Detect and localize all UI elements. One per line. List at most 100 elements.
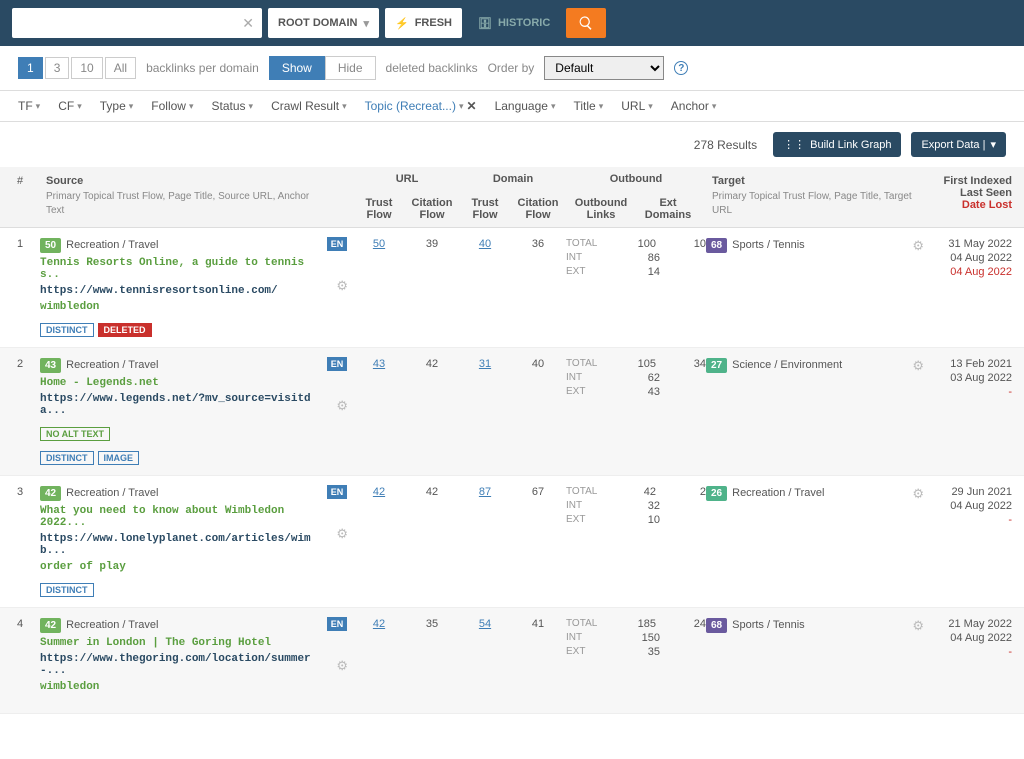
target-tf-badge: 68 [706,238,727,253]
col-url-cf: Citation Flow [404,191,460,227]
target-cell: 27Science / Environment ⚙ [706,358,924,465]
source-url[interactable]: https://www.thegoring.com/location/summe… [40,653,320,677]
filter-url[interactable]: URL ▾ [621,99,653,113]
filter-tf[interactable]: TF ▾ [18,99,40,113]
first-indexed: 21 May 2022 [924,618,1012,630]
source-topic: Recreation / Travel [66,359,158,371]
first-indexed: 29 Jun 2021 [924,486,1012,498]
col-domain: Domain [460,167,566,191]
source-title[interactable]: Tennis Resorts Online, a guide to tennis… [40,257,320,281]
search-input[interactable] [12,8,262,38]
source-tf-badge: 50 [40,238,61,253]
per-domain-3[interactable]: 3 [45,57,70,79]
date-lost: - [924,514,1012,526]
source-topic: Recreation / Travel [66,487,158,499]
filter-language[interactable]: Language ▾ [495,99,556,113]
col-source: Source Primary Topical Trust Flow, Page … [40,167,320,227]
dom-cf: 67 [510,486,566,597]
source-title[interactable]: What you need to know about Wimbledon 20… [40,505,320,529]
clear-icon[interactable]: ✕ [242,15,254,32]
last-seen: 03 Aug 2022 [924,372,1012,384]
url-cf: 35 [404,618,460,703]
filter-anchor[interactable]: Anchor ▾ [671,99,717,113]
outbound-cell: TOTAL10534 INT62 EXT43 [566,358,706,465]
filter-cf[interactable]: CF ▾ [58,99,82,113]
order-by-label: Order by [488,61,535,75]
per-domain-All[interactable]: All [105,57,136,79]
last-seen: 04 Aug 2022 [924,252,1012,264]
target-tf-badge: 26 [706,486,727,501]
build-link-graph-button[interactable]: ⋮⋮Build Link Graph [773,132,901,157]
root-domain-select[interactable]: ROOT DOMAIN▾ [268,8,379,38]
gear-icon[interactable]: ⚙ [912,486,924,502]
lang-badge: EN [327,357,348,371]
first-indexed: 13 Feb 2021 [924,358,1012,370]
pill-distinct: DISTINCT [40,451,94,465]
gear-icon[interactable]: ⚙ [336,526,348,542]
pill-image: IMAGE [98,451,140,465]
gear-icon[interactable]: ⚙ [912,358,924,374]
search-icon [578,15,594,31]
col-target: Target Primary Topical Trust Flow, Page … [706,167,924,227]
hide-button[interactable]: Hide [325,56,376,80]
results-count: 278 Results [694,138,757,152]
col-dom-tf: Trust Flow [460,191,510,227]
table-header: # Source Primary Topical Trust Flow, Pag… [0,167,1024,228]
search-button[interactable] [566,8,606,38]
lang-badge: EN [327,617,348,631]
last-seen: 04 Aug 2022 [924,632,1012,644]
filter-type[interactable]: Type ▾ [100,99,134,113]
filter-title[interactable]: Title ▾ [573,99,603,113]
dom-tf: 87 [460,486,510,597]
anchor-text: order of play [40,561,320,573]
source-url[interactable]: https://www.legends.net/?mv_source=visit… [40,393,320,417]
fresh-toggle[interactable]: ⚡FRESH [385,8,462,38]
anchor-text: wimbledon [40,301,320,313]
lang-badge: EN [327,485,348,499]
source-title[interactable]: Summer in London | The Goring Hotel [40,637,320,649]
pill-distinct: DISTINCT [40,583,94,597]
dates-cell: 29 Jun 2021 04 Aug 2022 - [924,486,1024,597]
graph-icon: ⋮⋮ [783,138,805,151]
url-tf: 42 [354,618,404,703]
source-url[interactable]: https://www.lonelyplanet.com/articles/wi… [40,533,320,557]
gear-icon[interactable]: ⚙ [336,278,348,294]
filter-crawl-result[interactable]: Crawl Result ▾ [271,99,347,113]
per-domain-1[interactable]: 1 [18,57,43,79]
dates-cell: 13 Feb 2021 03 Aug 2022 - [924,358,1024,465]
col-dates: First Indexed Last Seen Date Lost [924,167,1024,227]
show-button[interactable]: Show [269,56,325,80]
gear-icon[interactable]: ⚙ [336,398,348,414]
remove-filter-icon[interactable]: ✕ [467,99,477,113]
dom-tf: 40 [460,238,510,337]
gear-icon[interactable]: ⚙ [912,238,924,254]
row-index: 2 [0,358,40,465]
historic-toggle[interactable]: 🗄HISTORIC [468,8,560,38]
col-url-tf: Trust Flow [354,191,404,227]
help-icon[interactable]: ? [674,61,688,75]
dom-cf: 40 [510,358,566,465]
source-title[interactable]: Home - Legends.net [40,377,320,389]
url-tf: 50 [354,238,404,337]
url-cf: 42 [404,358,460,465]
source-url[interactable]: https://www.tennisresortsonline.com/ [40,285,320,297]
gear-icon[interactable]: ⚙ [912,618,924,634]
first-indexed: 31 May 2022 [924,238,1012,250]
source-tf-badge: 42 [40,618,61,633]
col-outbound: Outbound [566,167,706,191]
target-cell: 68Sports / Tennis ⚙ [706,238,924,337]
source-cell: 43Recreation / Travel Home - Legends.net… [40,358,320,465]
per-domain-10[interactable]: 10 [71,57,102,79]
dom-cf: 41 [510,618,566,703]
col-out-links: Outbound Links [566,191,636,227]
source-topic: Recreation / Travel [66,239,158,251]
filter-follow[interactable]: Follow ▾ [151,99,193,113]
col-index: # [0,167,40,227]
filter-status[interactable]: Status ▾ [212,99,254,113]
filter-topic[interactable]: Topic (Recreat...)▾ ✕ [365,99,477,113]
gear-icon[interactable]: ⚙ [336,658,348,674]
export-data-button[interactable]: Export Data |▾ [911,132,1006,157]
source-topic: Recreation / Travel [66,619,158,631]
order-select[interactable]: Default [544,56,664,80]
archive-icon: 🗄 [478,17,492,30]
